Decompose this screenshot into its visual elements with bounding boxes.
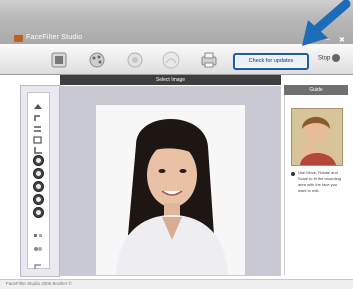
effects-icon: [127, 52, 143, 68]
guide-bullet: [291, 172, 295, 176]
folder-image-icon: [51, 52, 67, 68]
move-tool-icon[interactable]: [33, 98, 43, 109]
check-for-updates-button[interactable]: Check for updates: [233, 53, 309, 70]
guide-text: Use Move, Rotate and Scale to fit the bo…: [298, 170, 341, 193]
effects-button[interactable]: [124, 50, 146, 70]
app-title: FaceFilter Studio: [26, 34, 83, 41]
guide-header-label: Guide: [309, 87, 323, 93]
portrait-image: [96, 105, 245, 275]
zoom-in-icon[interactable]: [33, 155, 44, 166]
portrait-photo[interactable]: [96, 105, 245, 275]
status-text: FaceFilter Studio 2006 Brother ©: [6, 281, 72, 286]
palette-icon: [89, 52, 105, 68]
help-icon: [162, 51, 180, 69]
adjust-button[interactable]: [86, 50, 108, 70]
open-image-button[interactable]: [48, 50, 70, 70]
print-button[interactable]: [198, 50, 220, 70]
stop-icon: [332, 54, 341, 62]
grid-view-icon[interactable]: [33, 228, 43, 237]
guide-illustration: [292, 109, 342, 165]
zoom-out-icon[interactable]: [33, 168, 44, 179]
printer-icon: [201, 52, 217, 68]
annotation-arrow-icon: [302, 0, 351, 46]
check-for-updates-label: Check for updates: [248, 58, 294, 64]
mode-bar: Select Image: [60, 75, 281, 85]
compare-view-icon[interactable]: [33, 240, 43, 251]
stop-button[interactable]: Stop: [318, 54, 341, 62]
help-button[interactable]: [160, 50, 182, 70]
rotate-tool-icon[interactable]: [33, 109, 43, 121]
zoom-actual-icon[interactable]: [33, 194, 44, 205]
mode-bar-label: Select Image: [155, 77, 186, 83]
guide-thumbnail: [291, 108, 343, 166]
zoom-reset-icon[interactable]: [33, 207, 44, 218]
zoom-fit-icon[interactable]: [33, 181, 44, 192]
app-logo-icon: [14, 35, 23, 42]
scale-tool-icon[interactable]: [33, 131, 43, 144]
flip-tool-icon[interactable]: [33, 120, 43, 132]
stop-label: Stop: [318, 55, 331, 62]
undo-icon[interactable]: [33, 258, 43, 269]
crop-tool-icon[interactable]: [33, 142, 43, 154]
guide-header: Guide: [284, 85, 348, 95]
